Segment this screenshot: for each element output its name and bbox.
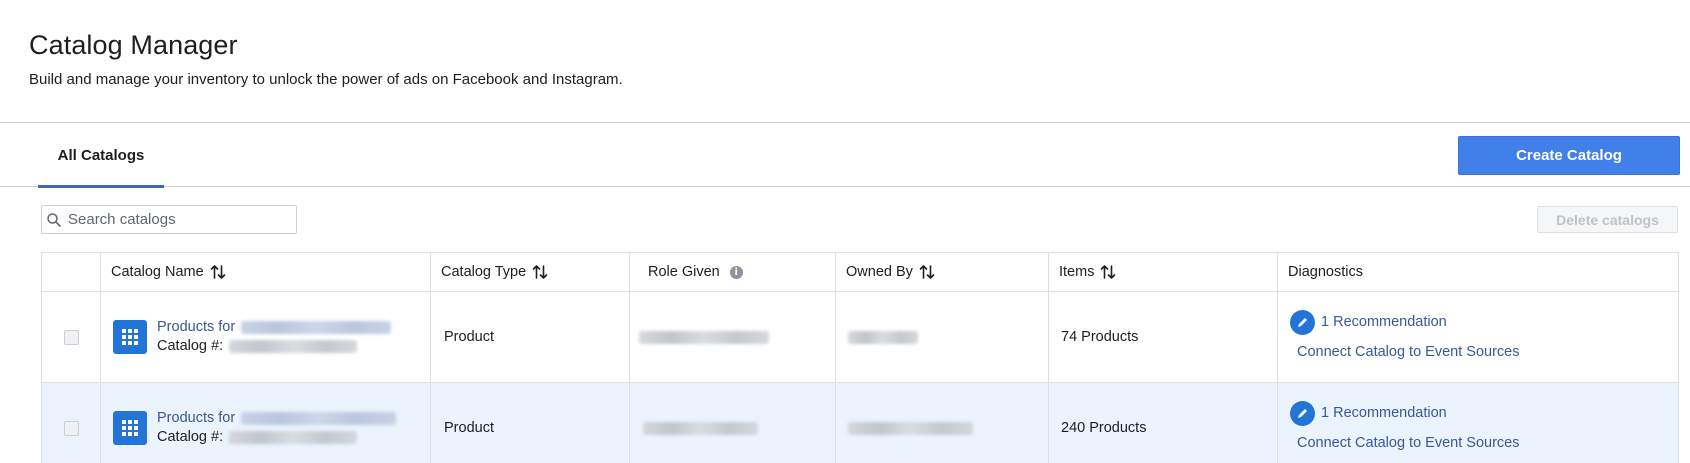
role-given-cell [629, 291, 836, 383]
diagnostics-cell: 1 Recommendation Connect Catalog to Even… [1277, 291, 1679, 383]
catalog-type-cell: Product [430, 382, 630, 463]
column-label: Diagnostics [1288, 264, 1363, 280]
sort-icon[interactable] [919, 265, 935, 279]
redacted-role [639, 330, 769, 344]
column-header-items[interactable]: Items [1048, 252, 1278, 292]
owned-by-cell [835, 291, 1049, 383]
connect-event-sources-link[interactable]: Connect Catalog to Event Sources [1297, 337, 1678, 367]
catalog-grid-icon [113, 411, 147, 445]
redacted-catalog-name [241, 320, 392, 334]
redacted-owner [848, 421, 973, 435]
pencil-icon [1290, 400, 1315, 426]
column-label: Items [1059, 264, 1095, 280]
redacted-catalog-number [229, 339, 358, 353]
column-header-diagnostics: Diagnostics [1277, 252, 1679, 292]
tab-all-catalogs[interactable]: All Catalogs [38, 123, 164, 188]
owned-by-cell [835, 382, 1049, 463]
column-label: Catalog Type [441, 264, 527, 280]
column-header-owned-by[interactable]: Owned By [835, 252, 1049, 292]
catalog-name-cell: Products for Catalog #: [100, 382, 431, 463]
table-row: Products for Catalog #: Product 74 Produ… [41, 291, 1679, 383]
row-checkbox[interactable] [63, 329, 79, 345]
catalog-type-cell: Product [430, 291, 630, 383]
search-input[interactable] [68, 208, 294, 231]
items-cell: 74 Products [1048, 291, 1278, 383]
connect-event-sources-link[interactable]: Connect Catalog to Event Sources [1297, 428, 1678, 458]
tab-bar: All Catalogs [0, 123, 1690, 188]
redacted-owner [848, 330, 918, 344]
redacted-catalog-number [229, 430, 358, 444]
recommendation-link[interactable]: 1 Recommendation [1321, 398, 1447, 428]
row-checkbox[interactable] [63, 420, 79, 436]
sort-icon[interactable] [210, 265, 226, 279]
catalog-number-label: Catalog #: [157, 338, 224, 354]
row-checkbox-cell [41, 382, 101, 463]
column-label: Catalog Name [111, 264, 204, 280]
table-row: Products for Catalog #: Product 240 Prod… [41, 382, 1679, 463]
role-given-cell [629, 382, 836, 463]
column-header-catalog-type[interactable]: Catalog Type [430, 252, 630, 292]
catalog-name-link[interactable]: Products for [157, 319, 235, 335]
recommendation-link[interactable]: 1 Recommendation [1321, 307, 1447, 337]
sort-icon[interactable] [1100, 265, 1116, 279]
search-box[interactable] [41, 205, 297, 234]
create-catalog-button[interactable]: Create Catalog [1458, 136, 1680, 175]
column-header-role-given: Role Given i [629, 252, 836, 292]
search-icon [47, 213, 61, 227]
catalog-name-link[interactable]: Products for [157, 410, 235, 426]
redacted-role [643, 421, 758, 435]
sort-icon[interactable] [532, 265, 548, 279]
info-icon[interactable]: i [729, 265, 743, 279]
catalogs-table: Catalog Name Catalog Type Role Given i O… [41, 252, 1679, 463]
diagnostics-cell: 1 Recommendation Connect Catalog to Even… [1277, 382, 1679, 463]
header-checkbox-cell [41, 252, 101, 292]
pencil-icon [1290, 309, 1315, 335]
redacted-catalog-name [241, 411, 397, 425]
column-header-catalog-name[interactable]: Catalog Name [100, 252, 431, 292]
page-subtitle: Build and manage your inventory to unloc… [29, 71, 623, 88]
column-label: Owned By [846, 264, 913, 280]
delete-catalogs-button[interactable]: Delete catalogs [1537, 206, 1678, 233]
page-title: Catalog Manager [29, 30, 238, 60]
page-header: Catalog Manager Build and manage your in… [29, 30, 623, 88]
catalog-name-cell: Products for Catalog #: [100, 291, 431, 383]
catalog-grid-icon [113, 320, 147, 354]
row-checkbox-cell [41, 291, 101, 383]
items-cell: 240 Products [1048, 382, 1278, 463]
catalog-number-label: Catalog #: [157, 429, 224, 445]
table-header-row: Catalog Name Catalog Type Role Given i O… [41, 252, 1679, 292]
column-label: Role Given [648, 264, 720, 280]
